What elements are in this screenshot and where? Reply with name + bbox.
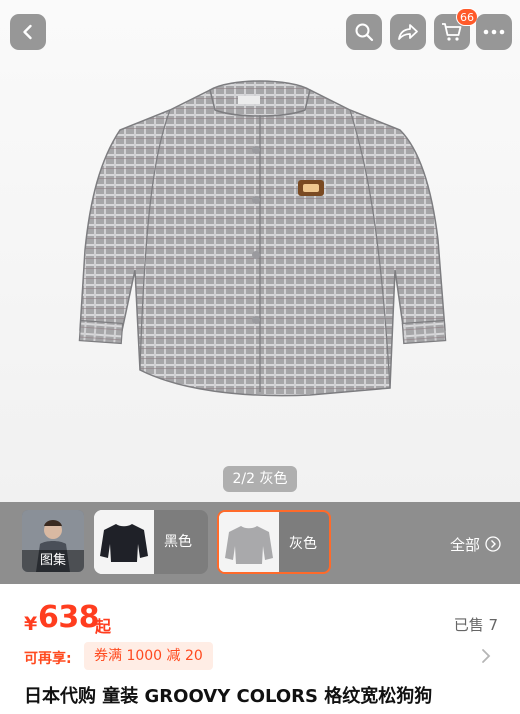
variant-label: 灰色 — [289, 536, 317, 552]
share-button[interactable] — [390, 14, 426, 50]
image-counter: 2/2 灰色 — [223, 466, 297, 492]
coupon-badge[interactable]: 券满 1000 减 20 — [84, 642, 213, 670]
sold-count: 已售 7 — [453, 616, 498, 634]
all-variants-label: 全部 — [450, 536, 481, 554]
chevron-right-icon[interactable] — [480, 648, 492, 664]
share-icon — [398, 24, 418, 40]
cart-count-badge: 66 — [456, 8, 478, 26]
product-title: 日本代购 童装 GROOVY COLORS 格纹宽松狗狗 — [24, 686, 433, 707]
cart-icon — [442, 23, 462, 41]
more-icon — [483, 29, 505, 35]
search-button[interactable] — [346, 14, 382, 50]
variant-black[interactable]: 黑色 — [94, 510, 208, 574]
variant-label: 黑色 — [164, 534, 192, 550]
promo-label: 可再享: — [24, 651, 72, 667]
chevron-left-icon — [23, 24, 32, 40]
search-icon — [355, 23, 374, 42]
cart-button[interactable]: 66 — [434, 8, 478, 50]
back-button[interactable] — [10, 14, 46, 50]
product-photo — [78, 80, 447, 397]
black-shirt-thumbnail — [94, 510, 154, 574]
price-suffix: 起 — [95, 617, 112, 636]
gallery-thumbnail[interactable]: 图集 — [22, 510, 84, 572]
all-variants-link[interactable]: 全部 — [450, 534, 501, 555]
price: 638 — [38, 600, 100, 635]
variant-gray[interactable]: 灰色 — [217, 510, 331, 574]
gray-shirt-thumbnail — [219, 512, 279, 572]
price-currency: ¥ — [24, 613, 38, 635]
more-variants-icon — [485, 536, 501, 552]
gallery-label: 图集 — [22, 550, 84, 572]
more-button[interactable] — [476, 14, 512, 50]
